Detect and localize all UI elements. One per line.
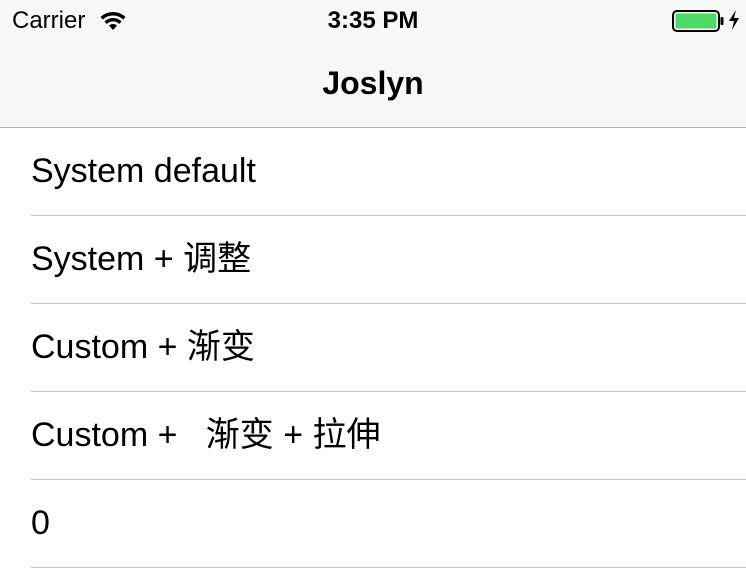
table-row[interactable]: Custom + 渐变	[0, 304, 746, 392]
status-time: 3:35 PM	[327, 7, 419, 34]
row-label: System default	[31, 152, 256, 190]
navigation-bar: Joslyn	[0, 40, 746, 128]
row-label: 0	[31, 504, 50, 542]
row-label: System + 调整	[31, 240, 252, 278]
table-row[interactable]: Custom + 渐变 + 拉伸	[0, 392, 746, 480]
charging-bolt-icon	[729, 10, 739, 30]
battery-icon	[672, 10, 724, 32]
status-bar: Carrier 3:35 PM	[0, 0, 746, 40]
table-row[interactable]: 0	[0, 480, 746, 568]
table-view[interactable]: System default System + 调整 Custom + 渐变 C…	[0, 128, 746, 568]
row-label: Custom + 渐变 + 拉伸	[31, 416, 381, 454]
table-row[interactable]: System + 调整	[0, 216, 746, 304]
table-row[interactable]: System default	[0, 128, 746, 216]
row-label: Custom + 渐变	[31, 328, 255, 366]
row-separator	[31, 567, 746, 568]
screen: Carrier 3:35 PM Joslyn System default Sy…	[0, 0, 746, 572]
nav-title: Joslyn	[322, 65, 424, 101]
